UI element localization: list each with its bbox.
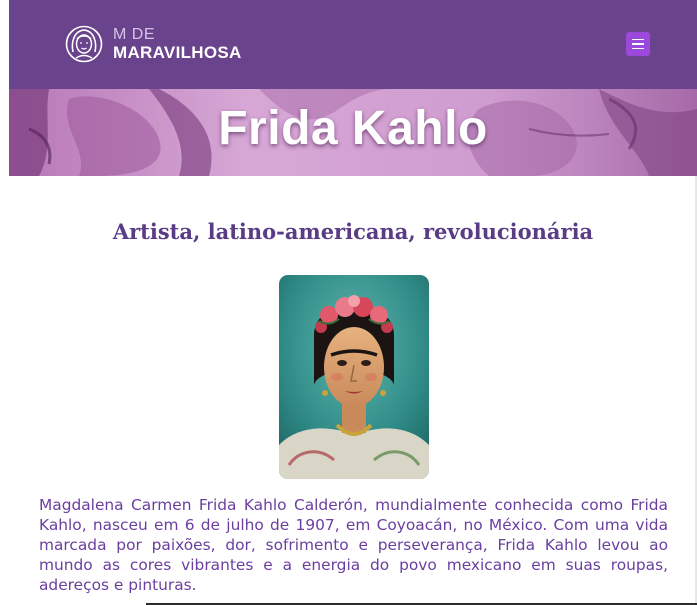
hero-banner: Frida Kahlo [9,89,697,176]
page-margin-left [0,0,9,605]
page: M DE MARAVILHOSA Frida Kahlo Artista, la… [0,0,697,605]
page-subtitle: Artista, latino-americana, revolucionári… [112,219,594,244]
logo-text-top: M DE [113,26,155,43]
woman-face-logo-icon [65,25,103,63]
site-logo[interactable]: M DE MARAVILHOSA [65,20,242,68]
hamburger-menu-button[interactable] [626,32,650,56]
frida-kahlo-portrait-image [279,275,429,479]
logo-text-bottom: MARAVILHOSA [113,43,242,62]
site-header: M DE MARAVILHOSA [9,0,697,89]
banner-title: Frida Kahlo [218,102,488,155]
hamburger-icon [632,38,644,41]
biography-paragraph: Magdalena Carmen Frida Kahlo Calderón, m… [39,496,668,594]
